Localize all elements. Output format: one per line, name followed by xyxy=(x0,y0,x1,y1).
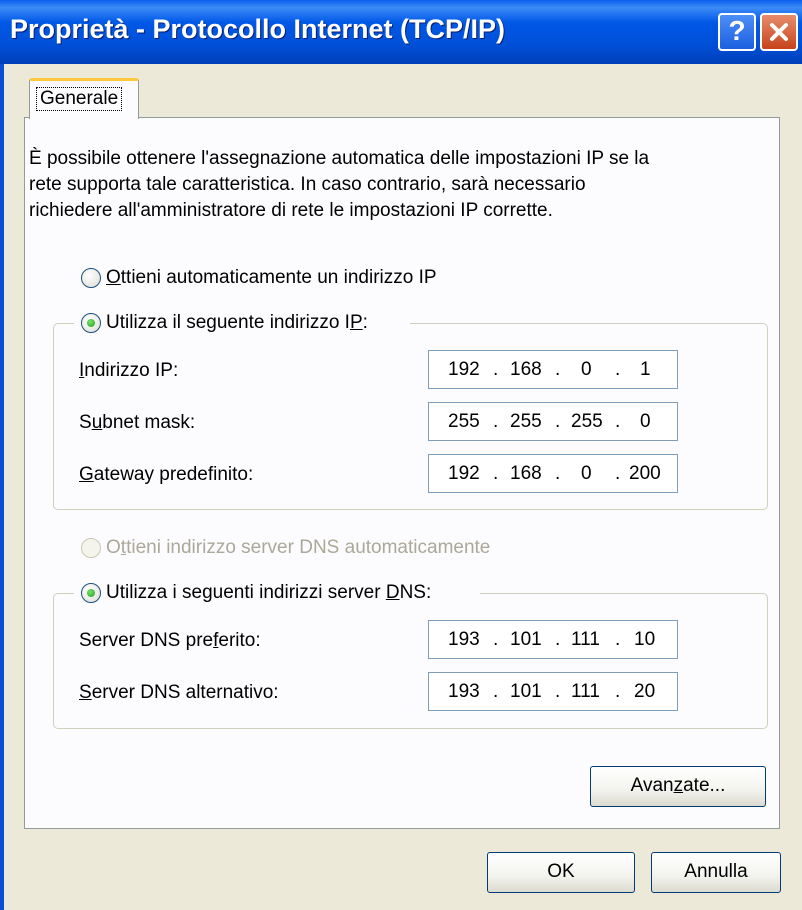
radio-manual-ip[interactable] xyxy=(81,313,101,333)
label-gateway: Gateway predefinito: xyxy=(79,464,254,485)
cancel-button[interactable]: Annulla xyxy=(651,852,781,893)
dns-alternate-input[interactable]: 193. 101. 111. 20 xyxy=(428,672,678,711)
close-icon xyxy=(770,23,788,41)
title-bar[interactable]: Proprietà - Protocollo Internet (TCP/IP)… xyxy=(0,0,802,64)
gateway-input[interactable]: 192. 168. 0. 200 xyxy=(428,454,678,493)
intro-line-3: richiedere all'amministratore di rete le… xyxy=(29,200,553,221)
radio-auto-ip[interactable] xyxy=(81,268,101,288)
intro-text: È possibile ottenere l'assegnazione auto… xyxy=(29,146,769,224)
label-manual-ip[interactable]: Utilizza il seguente indirizzo IP: xyxy=(106,312,368,334)
intro-line-1: È possibile ottenere l'assegnazione auto… xyxy=(29,148,650,169)
radio-manual-dns[interactable] xyxy=(81,583,101,603)
tab-generale[interactable]: Generale xyxy=(29,78,139,119)
label-dns-alternate: Server DNS alternativo: xyxy=(79,682,279,703)
window-title: Proprietà - Protocollo Internet (TCP/IP) xyxy=(10,14,506,44)
label-auto-ip[interactable]: Ottieni automaticamente un indirizzo IP xyxy=(106,267,437,289)
label-ip-address: Indirizzo IP: xyxy=(79,360,179,381)
label-auto-dns: Ottieni indirizzo server DNS automaticam… xyxy=(106,537,491,558)
properties-dialog: Proprietà - Protocollo Internet (TCP/IP)… xyxy=(0,0,802,910)
close-button[interactable] xyxy=(760,13,798,51)
tab-label: Generale xyxy=(36,87,123,111)
label-dns-preferred: Server DNS preferito: xyxy=(79,630,261,651)
ok-button[interactable]: OK xyxy=(487,852,635,893)
subnet-mask-input[interactable]: 255. 255. 255. 0 xyxy=(428,402,678,441)
label-manual-dns[interactable]: Utilizza i seguenti indirizzi server DNS… xyxy=(106,582,431,604)
intro-line-2: rete supporta tale caratteristica. In ca… xyxy=(29,174,586,195)
dns-preferred-input[interactable]: 193. 101. 111. 10 xyxy=(428,620,678,659)
window-frame-left xyxy=(0,64,4,910)
help-button[interactable]: ? xyxy=(718,13,756,51)
radio-auto-dns[interactable] xyxy=(81,538,101,558)
ip-address-input[interactable]: 192. 168. 0. 1 xyxy=(428,350,678,389)
label-subnet-mask: Subnet mask: xyxy=(79,412,196,433)
advanced-button[interactable]: Avanzate... xyxy=(590,766,766,807)
